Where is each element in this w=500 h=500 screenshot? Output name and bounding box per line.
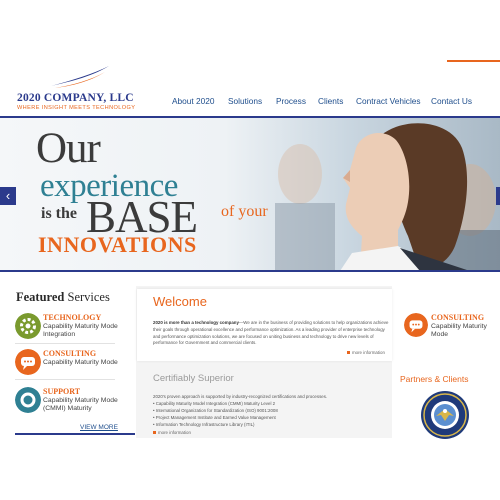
right-service-name[interactable]: CONSULTING (431, 313, 484, 322)
cert-item: • Capability Maturity Model Integration … (153, 401, 276, 407)
service-desc: Capability Maturity Mode Integration (43, 323, 118, 339)
service-desc: Capability Maturity Mode (43, 359, 118, 366)
service-divider (15, 379, 115, 380)
welcome-lead: 2020 is more than a technology company (153, 320, 239, 325)
service-name: CONSULTING (43, 349, 97, 358)
featured-bottom-rule (15, 433, 135, 435)
partners-clients-title: Partners & Clients (400, 374, 469, 384)
featured-title-bold: Featured (16, 290, 65, 304)
welcome-text: 2020 is more than a technology company—W… (153, 320, 389, 347)
certifiably-title: Certifiably Superior (153, 373, 234, 384)
lifebuoy-icon (15, 387, 41, 413)
hero-divider (0, 270, 500, 272)
service-name: TECHNOLOGY (43, 313, 102, 322)
service-desc: Capability Maturity Mode (CMMI) Maturity (43, 397, 118, 413)
featured-title-rest: Services (64, 290, 110, 304)
main-nav: About 2020 Solutions Process Clients Con… (0, 96, 500, 110)
service-divider (15, 343, 115, 344)
chat-icon[interactable] (404, 313, 428, 337)
view-more-link[interactable]: VIEW MORE (80, 424, 118, 431)
gear-icon (15, 313, 41, 339)
welcome-more-info-link[interactable]: more information (347, 350, 385, 355)
slider-next-button[interactable] (496, 187, 500, 205)
cert-item: • International Organization for Standar… (153, 408, 278, 414)
top-accent-bar (447, 60, 500, 62)
slider-prev-button[interactable]: ‹ (0, 187, 16, 205)
logo-swoosh-icon (51, 66, 109, 88)
nav-clients[interactable]: Clients (318, 96, 343, 106)
nav-about[interactable]: About 2020 (172, 96, 214, 106)
certifiably-more-info-link[interactable]: more information (153, 430, 191, 435)
air-force-seal-icon[interactable] (416, 389, 474, 441)
nav-contract-vehicles[interactable]: Contract Vehicles (356, 96, 421, 106)
hero-line-innovations: INNOVATIONS (38, 232, 197, 257)
certifiably-text: 2020's proven approach is supported by i… (153, 393, 383, 428)
welcome-title: Welcome (153, 294, 207, 309)
hero-banner: Our experience is the BASE of your INNOV… (0, 118, 500, 271)
right-service-desc: Capability Maturity Mode (431, 323, 487, 339)
hero-line-of-your: of your (221, 203, 268, 220)
cert-item: • Project Management Institute and Earne… (153, 415, 276, 421)
cert-item: • Information Technology Infrastructure … (153, 422, 255, 428)
chevron-left-icon: ‹ (5, 188, 11, 203)
featured-services-title: Featured Services (16, 290, 110, 305)
nav-process[interactable]: Process (276, 96, 306, 106)
hero-line-our: Our (36, 125, 101, 172)
hero-line-is-the: is the (41, 205, 77, 222)
chat-icon (15, 349, 41, 375)
service-name: SUPPORT (43, 387, 81, 396)
nav-solutions[interactable]: Solutions (228, 96, 262, 106)
certifiably-intro: 2020's proven approach is supported by i… (153, 394, 328, 399)
nav-contact-us[interactable]: Contact Us (431, 96, 472, 106)
